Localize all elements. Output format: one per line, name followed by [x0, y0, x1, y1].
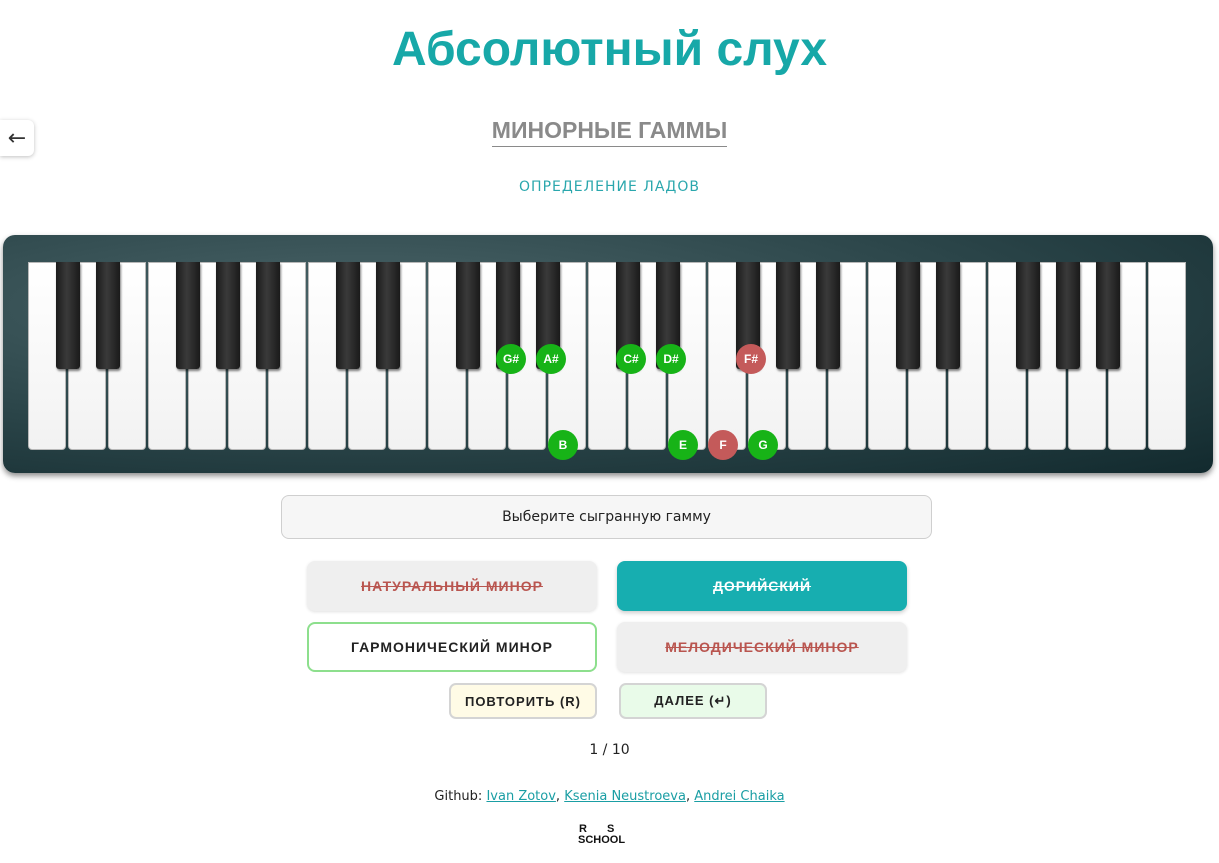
- footer-credits: Github: Ivan Zotov, Ksenia Neustroeva, A…: [434, 789, 785, 804]
- black-key[interactable]: [56, 262, 80, 369]
- note-marker: F#: [736, 344, 766, 374]
- black-key[interactable]: [456, 262, 480, 369]
- note-marker: A#: [536, 344, 566, 374]
- author-link-1[interactable]: Ivan Zotov: [486, 789, 555, 804]
- mode-link[interactable]: ОПРЕДЕЛЕНИЕ ЛАДОВ: [0, 179, 1219, 195]
- answer-harmonic-minor[interactable]: ГАРМОНИЧЕСКИЙ МИНОР: [307, 622, 597, 672]
- black-key[interactable]: [1096, 262, 1120, 369]
- author-link-3[interactable]: Andrei Chaika: [694, 789, 784, 804]
- rs-school-logo[interactable]: RS SCHOOL: [578, 824, 640, 848]
- page-title: Абсолютный слух: [391, 23, 828, 76]
- note-marker: G: [748, 430, 778, 460]
- black-key[interactable]: [96, 262, 120, 369]
- answer-dorian[interactable]: ДОРИЙСКИЙ: [617, 561, 907, 611]
- author-link-2[interactable]: Ksenia Neustroeva: [564, 789, 686, 804]
- repeat-button[interactable]: ПОВТОРИТЬ (R): [449, 683, 597, 719]
- black-key[interactable]: [176, 262, 200, 369]
- note-marker: G#: [496, 344, 526, 374]
- section-title-text: МИНОРНЫЕ ГАММЫ: [491, 117, 728, 147]
- black-key[interactable]: [256, 262, 280, 369]
- white-key[interactable]: [1148, 262, 1186, 450]
- prompt-box: Выберите сыгранную гамму: [281, 495, 932, 539]
- note-marker: E: [668, 430, 698, 460]
- prompt-text: Выберите сыгранную гамму: [502, 509, 711, 525]
- note-marker: F: [708, 430, 738, 460]
- answer-natural-minor[interactable]: НАТУРАЛЬНЫЙ МИНОР: [307, 561, 597, 611]
- section-title: МИНОРНЫЕ ГАММЫ: [0, 117, 1219, 147]
- note-marker: C#: [616, 344, 646, 374]
- next-button[interactable]: ДАЛЕЕ (↵): [619, 683, 767, 719]
- piano-keyboard: G# A# C# D# F# B E F G: [28, 262, 1186, 460]
- note-marker: D#: [656, 344, 686, 374]
- black-key[interactable]: [1016, 262, 1040, 369]
- black-key[interactable]: [1056, 262, 1080, 369]
- black-key[interactable]: [336, 262, 360, 369]
- black-key[interactable]: [376, 262, 400, 369]
- black-key[interactable]: [816, 262, 840, 369]
- answer-melodic-minor[interactable]: МЕЛОДИЧЕСКИЙ МИНОР: [617, 622, 907, 672]
- black-key[interactable]: [896, 262, 920, 369]
- progress-counter: 1 / 10: [589, 742, 630, 758]
- note-marker: B: [548, 430, 578, 460]
- black-key[interactable]: [216, 262, 240, 369]
- black-key[interactable]: [936, 262, 960, 369]
- black-key[interactable]: [776, 262, 800, 369]
- github-label: Github:: [434, 789, 483, 804]
